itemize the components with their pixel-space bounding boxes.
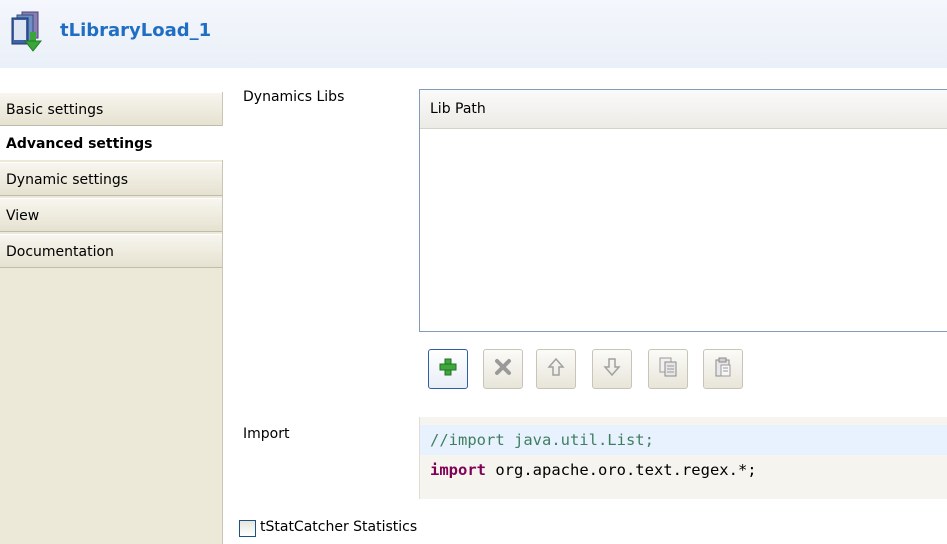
- paste-button[interactable]: [703, 349, 743, 389]
- paste-icon: [713, 356, 733, 382]
- move-down-button[interactable]: [592, 349, 632, 389]
- component-header: tLibraryLoad_1: [0, 0, 947, 68]
- import-label: Import: [243, 426, 290, 442]
- tab-view[interactable]: View: [0, 198, 222, 232]
- code-line: import org.apache.oro.text.regex.*;: [420, 455, 947, 485]
- tab-basic-settings[interactable]: Basic settings: [0, 92, 222, 126]
- settings-sidebar: Basic settings Advanced settings Dynamic…: [0, 92, 223, 544]
- code-line: //import java.util.List;: [420, 425, 947, 455]
- import-code-editor[interactable]: //import java.util.List; import org.apac…: [419, 417, 947, 499]
- component-title: tLibraryLoad_1: [60, 20, 212, 41]
- move-down-icon: [603, 357, 621, 381]
- code-text: org.apache.oro.text.regex.*;: [486, 461, 757, 479]
- delete-row-button[interactable]: [483, 349, 523, 389]
- tab-dynamic-settings[interactable]: Dynamic settings: [0, 162, 222, 196]
- library-load-icon: [10, 10, 46, 54]
- tab-advanced-settings[interactable]: Advanced settings: [0, 126, 223, 160]
- stat-catcher-checkbox[interactable]: [239, 520, 256, 537]
- code-keyword: import: [430, 461, 486, 479]
- delete-icon: [494, 358, 512, 380]
- lib-path-table[interactable]: Lib Path: [419, 89, 947, 332]
- lib-path-column-header[interactable]: Lib Path: [420, 90, 947, 129]
- add-row-button[interactable]: [428, 349, 468, 389]
- code-comment: //import java.util.List;: [430, 431, 654, 449]
- copy-icon: [658, 356, 678, 382]
- dynamics-libs-label: Dynamics Libs: [243, 89, 345, 105]
- copy-button[interactable]: [648, 349, 688, 389]
- add-icon: [438, 357, 458, 381]
- move-up-icon: [547, 357, 565, 381]
- stat-catcher-label[interactable]: tStatCatcher Statistics: [260, 519, 417, 535]
- move-up-button[interactable]: [536, 349, 576, 389]
- tab-documentation[interactable]: Documentation: [0, 234, 222, 268]
